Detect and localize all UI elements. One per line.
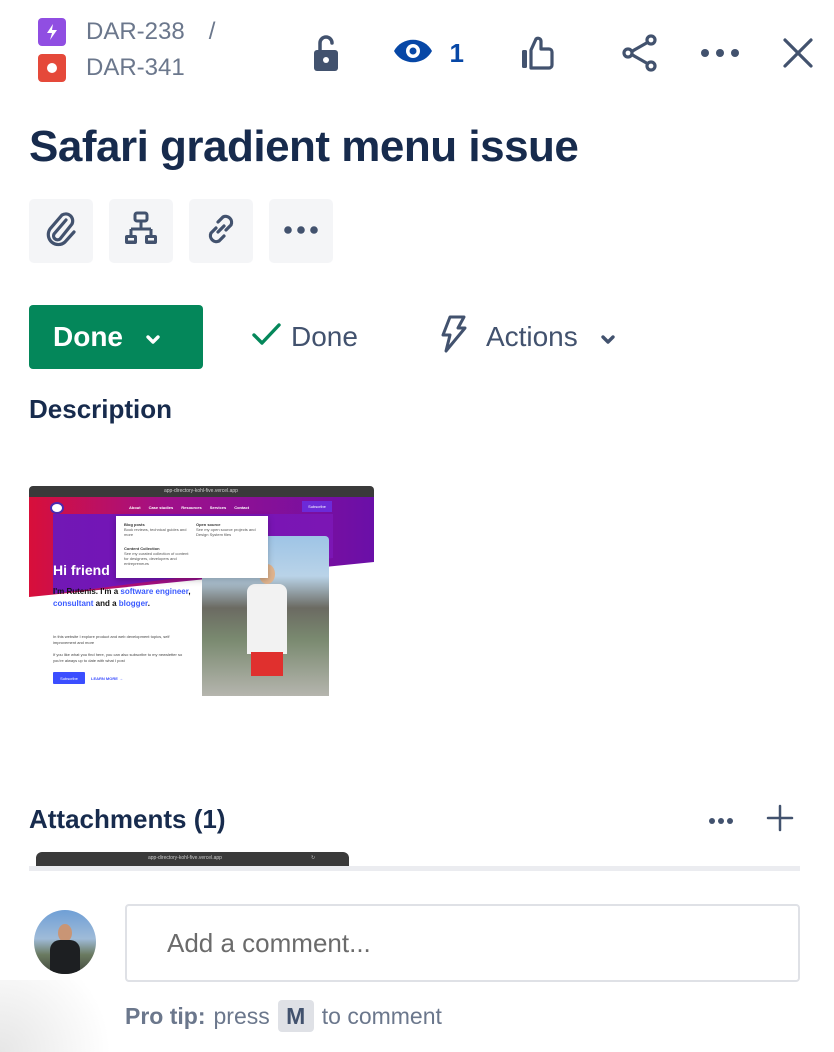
chevron-down-icon — [145, 321, 161, 353]
corner-shadow — [0, 980, 140, 1052]
more-icon[interactable] — [708, 812, 734, 830]
attachments-actions — [708, 804, 794, 837]
pro-tip: Pro tip: press M to comment — [125, 1000, 442, 1032]
browser-url: app-directory-kohl-five.vercel.app — [164, 488, 238, 494]
hero-body-1: In this website I explore product and we… — [53, 634, 170, 645]
description-heading: Description — [29, 394, 173, 424]
watch-count: 1 — [449, 37, 464, 68]
bug-icon — [38, 54, 66, 82]
attachments-divider — [29, 866, 800, 871]
pro-tip-post: to comment — [321, 1002, 442, 1029]
hero-greeting: Hi friend — [53, 562, 110, 578]
issue-title[interactable]: Safari gradient menu issue — [29, 122, 579, 172]
resolution-label: Done — [291, 321, 358, 352]
breadcrumb-parent[interactable]: DAR-238 / — [38, 14, 215, 50]
avatar[interactable] — [34, 910, 96, 974]
attachments-heading: Attachments (1) — [29, 804, 226, 834]
menu-text: See my open source projects and Design S… — [196, 527, 256, 537]
breadcrumb: DAR-238 / DAR-341 — [38, 14, 215, 86]
site-logo — [50, 502, 64, 514]
site-subscribe-button: Subscribe — [302, 501, 332, 512]
add-attachment-icon[interactable] — [766, 804, 794, 837]
more-icon[interactable] — [700, 48, 740, 58]
resolution: Done — [251, 320, 358, 355]
close-icon[interactable] — [782, 37, 814, 69]
link-icon — [202, 210, 240, 253]
person-figure — [247, 564, 287, 696]
share-icon[interactable] — [620, 33, 660, 73]
status-label: Done — [53, 321, 123, 352]
hero-learn-more: LEARN MORE → — [91, 676, 123, 681]
keyboard-shortcut-key: M — [277, 1000, 314, 1032]
nav-item: About — [129, 505, 141, 510]
actions-dropdown[interactable]: Actions — [438, 314, 616, 361]
hero-subscribe-button: Subscribe — [53, 672, 85, 684]
reload-icon: ↻ — [311, 855, 316, 861]
hierarchy-icon — [124, 210, 158, 253]
pro-tip-label: Pro tip: — [125, 1002, 206, 1029]
comment-input[interactable]: Add a comment... — [125, 904, 800, 982]
hero-headline: I'm Rutenis. I'm a software engineer, co… — [53, 587, 191, 608]
dropdown-menu: Blog posts Book reviews, technical guide… — [116, 516, 268, 578]
menu-text: Book reviews, technical guides and more — [124, 527, 187, 537]
site-nav: About Case studies Resources Services Co… — [129, 505, 249, 510]
paperclip-icon — [44, 210, 78, 253]
pro-tip-pre: press — [213, 1002, 270, 1029]
description-screenshot[interactable]: app-directory-kohl-five.vercel.app About… — [29, 486, 374, 696]
nav-item: Services — [209, 505, 227, 510]
quick-add-toolbar — [29, 199, 333, 263]
issue-key[interactable]: DAR-341 — [86, 54, 185, 82]
chevron-down-icon — [600, 321, 616, 353]
menu-text: See my curated collection of content for… — [124, 551, 189, 566]
create-child-issue-button[interactable] — [109, 199, 173, 263]
status-row: Done Done Actions — [29, 305, 616, 369]
hero-body-2: If you like what you find here, you can … — [53, 652, 183, 663]
more-actions-button[interactable] — [269, 199, 333, 263]
watch-button[interactable]: 1 — [392, 34, 464, 73]
browser-bar: app-directory-kohl-five.vercel.app — [29, 486, 374, 497]
thumbs-up-icon[interactable] — [520, 35, 556, 71]
lightning-icon — [438, 314, 468, 361]
nav-item: Case studies — [148, 505, 174, 510]
epic-lightning-icon — [38, 18, 66, 46]
attachment-url: app-directory-kohl-five.vercel.app — [148, 855, 222, 861]
status-dropdown[interactable]: Done — [29, 305, 203, 369]
nav-item: Resources — [181, 505, 202, 510]
check-icon — [251, 320, 283, 355]
link-issue-button[interactable] — [189, 199, 253, 263]
nav-item: Contact — [234, 505, 250, 510]
breadcrumb-separator: / — [208, 18, 216, 45]
breadcrumb-current[interactable]: DAR-341 — [38, 50, 215, 86]
more-icon — [283, 222, 319, 240]
header-actions: 1 — [310, 28, 814, 78]
unlock-icon[interactable] — [310, 33, 342, 73]
actions-label: Actions — [485, 321, 578, 352]
parent-issue-key[interactable]: DAR-238 — [86, 18, 185, 46]
attach-button[interactable] — [29, 199, 93, 263]
eye-icon — [392, 34, 434, 73]
